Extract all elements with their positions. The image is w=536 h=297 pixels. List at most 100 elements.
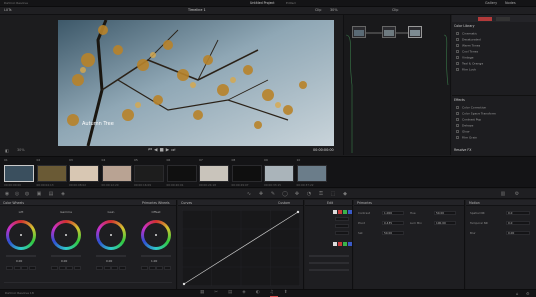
library-item[interactable]: Desaturated (456, 38, 530, 43)
channel-b-swatch[interactable] (348, 210, 352, 214)
wheel-value-field[interactable] (103, 266, 111, 270)
curves-icon[interactable]: ∿ (246, 191, 252, 197)
nodes-toggle[interactable]: Nodes (505, 1, 516, 5)
clip-thumbnail[interactable] (36, 165, 67, 182)
node-editor[interactable] (343, 15, 451, 155)
curve-field-1[interactable] (335, 217, 349, 221)
curve-slider-2[interactable] (309, 262, 349, 264)
window-icon[interactable]: ◯ (282, 191, 288, 197)
wheel-value-field[interactable] (66, 266, 73, 270)
curve-slider-1[interactable] (309, 255, 349, 257)
home-icon[interactable]: ⌂ (516, 291, 519, 296)
qualifier-icon[interactable]: ✎ (270, 191, 276, 197)
library-item[interactable]: Cinematic (456, 32, 530, 37)
curve-graph[interactable] (182, 210, 300, 286)
library-tab[interactable] (496, 16, 510, 21)
wheel-master-slider[interactable] (6, 255, 36, 257)
wipe-icon[interactable]: ◧ (5, 149, 9, 153)
clip-thumbnail[interactable] (134, 165, 164, 182)
library-item[interactable]: Warm Tones (456, 44, 530, 49)
camera-raw-icon[interactable]: ◉ (4, 191, 10, 197)
wheel-value-field[interactable] (163, 266, 171, 270)
clip-dropdown[interactable]: Clip (315, 8, 321, 12)
wheel-value-field[interactable] (118, 266, 126, 270)
clip-thumbnail[interactable] (231, 165, 262, 182)
node-clip-dropdown[interactable]: Clip (392, 8, 398, 12)
wheel-center-handle[interactable] (155, 234, 157, 236)
wheel-value-field[interactable] (28, 266, 36, 270)
playback-controls[interactable]: ⏮◀■▶⏭ (148, 148, 177, 154)
blur-icon[interactable]: ◔ (306, 191, 312, 197)
clip-thumbnail[interactable] (166, 165, 197, 182)
wheels-icon[interactable]: ◍ (24, 191, 30, 197)
library-item[interactable]: Cool Tones (456, 50, 530, 55)
wheel-value-field[interactable] (111, 266, 118, 270)
wheel-value-field[interactable] (13, 266, 21, 270)
softclip-y-swatch[interactable] (333, 242, 337, 246)
page-tabs[interactable]: ▦✂▤◈◐♫⬆ (200, 290, 297, 296)
clip-thumbnail[interactable] (199, 165, 229, 182)
settings-icon[interactable]: ⚙ (514, 191, 520, 197)
softclip-g-swatch[interactable] (343, 242, 347, 246)
wheels-mode[interactable]: Primaries Wheels (142, 201, 170, 205)
hdr-icon[interactable]: ▣ (36, 191, 42, 197)
clip-thumbnail[interactable] (101, 165, 132, 182)
wheel-value-field[interactable] (96, 266, 103, 270)
library-item[interactable]: Dehaze (456, 124, 530, 129)
clip-thumbnail[interactable] (264, 165, 294, 182)
color-page-tab[interactable] (270, 291, 278, 297)
sizing-icon[interactable]: ⬚ (330, 191, 336, 197)
tracker-icon[interactable]: ✥ (294, 191, 300, 197)
clip-thumbnail[interactable] (296, 165, 327, 182)
wheel-value-field[interactable] (141, 266, 148, 270)
gallery-toggle[interactable]: Gallery (485, 1, 497, 5)
clip-thumbnail[interactable] (4, 165, 34, 182)
wheel-value-field[interactable] (21, 266, 28, 270)
zoom-readout[interactable]: 30% (17, 148, 25, 152)
wheel-value-field[interactable] (73, 266, 81, 270)
wheel-value-field[interactable] (51, 266, 58, 270)
library-item[interactable]: Glow (456, 130, 530, 135)
wheel-value-field[interactable] (6, 266, 13, 270)
wheel-center-handle[interactable] (20, 234, 22, 236)
zoom-level[interactable]: 30% (330, 8, 338, 12)
project-settings-icon[interactable]: ⚙ (526, 291, 530, 296)
node-01[interactable] (352, 26, 366, 38)
softclip-b-swatch[interactable] (348, 242, 352, 246)
clip-thumbnail[interactable] (69, 165, 99, 182)
library-item[interactable]: Vintage (456, 56, 530, 61)
channel-r-swatch[interactable] (338, 210, 342, 214)
wheel-value-field[interactable] (156, 266, 163, 270)
motion-effects-icon[interactable]: ◈ (60, 191, 66, 197)
wheel-value-field[interactable] (148, 266, 156, 270)
channel-y-swatch[interactable] (333, 210, 337, 214)
color-warper-icon[interactable]: ✚ (258, 191, 264, 197)
luts-label[interactable]: LUTs (4, 8, 11, 12)
library-item[interactable]: Film Grain (456, 136, 530, 141)
wheel-master-slider[interactable] (141, 255, 171, 257)
viewer[interactable]: Autumn Tree (58, 20, 334, 146)
wheel-master-slider[interactable] (51, 255, 81, 257)
library-item[interactable]: Color Correction (456, 106, 530, 111)
library-item[interactable]: Contrast Pop (456, 118, 530, 123)
library-item[interactable]: Teal & Orange (456, 62, 530, 67)
curve-field-3[interactable] (335, 231, 349, 235)
curve-slider-3[interactable] (309, 269, 349, 271)
channel-g-swatch[interactable] (343, 210, 347, 214)
scopes-icon[interactable]: ▥ (500, 191, 506, 197)
wheel-center-handle[interactable] (65, 234, 67, 236)
3d-icon[interactable]: ◆ (342, 191, 348, 197)
color-match-icon[interactable]: ◎ (14, 191, 20, 197)
wheel-value-field[interactable] (58, 266, 66, 270)
library-item[interactable]: Color Space Transform (456, 112, 530, 117)
curve-field-2[interactable] (335, 224, 349, 228)
library-item[interactable]: Film Look (456, 68, 530, 73)
wheel-center-handle[interactable] (110, 234, 112, 236)
node-03[interactable] (408, 26, 422, 38)
node-02[interactable] (382, 26, 396, 38)
library-tab-active[interactable] (478, 16, 492, 21)
curves-subtitle[interactable]: Custom (278, 201, 290, 205)
wheel-master-slider[interactable] (96, 255, 126, 257)
softclip-r-swatch[interactable] (338, 242, 342, 246)
rgb-mixer-icon[interactable]: ▤ (48, 191, 54, 197)
